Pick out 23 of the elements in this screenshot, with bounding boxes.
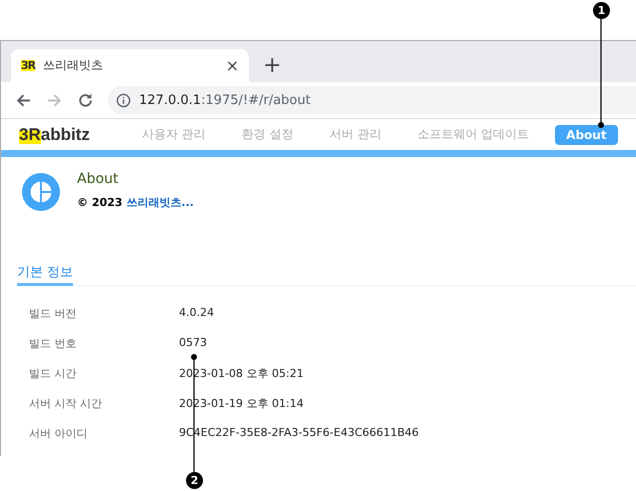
close-icon[interactable]: ×: [226, 56, 239, 75]
pie-chart-icon: [22, 173, 60, 211]
info-value: 0573: [179, 336, 207, 349]
callout-marker: 1: [593, 2, 610, 19]
logo[interactable]: 3Rabbitz: [19, 124, 90, 144]
reload-icon[interactable]: [77, 92, 94, 108]
company-link[interactable]: 쓰리래빗츠...: [126, 196, 194, 209]
info-label: 빌드 시간: [29, 366, 78, 381]
section-tab[interactable]: 기본 정보: [17, 263, 74, 286]
info-label: 서버 아이디: [29, 426, 88, 441]
address-bar[interactable]: 127.0.0.1:1975/!#/r/about: [108, 86, 636, 114]
info-label: 서버 시작 시간: [29, 396, 103, 411]
tab-title: 쓰리래빗츠: [43, 57, 104, 74]
back-arrow-icon[interactable]: [15, 92, 32, 108]
info-label: 빌드 버전: [29, 306, 78, 321]
info-icon: [116, 92, 131, 108]
page-title: About: [77, 171, 120, 187]
url-text: 127.0.0.1:1975/!#/r/about: [139, 92, 311, 108]
new-tab-button[interactable]: +: [263, 53, 282, 78]
callout-marker: 2: [186, 472, 203, 489]
info-value: 4.0.24: [179, 306, 214, 319]
info-label: 빌드 번호: [29, 336, 78, 351]
copyright-text: © 2023: [77, 196, 122, 209]
